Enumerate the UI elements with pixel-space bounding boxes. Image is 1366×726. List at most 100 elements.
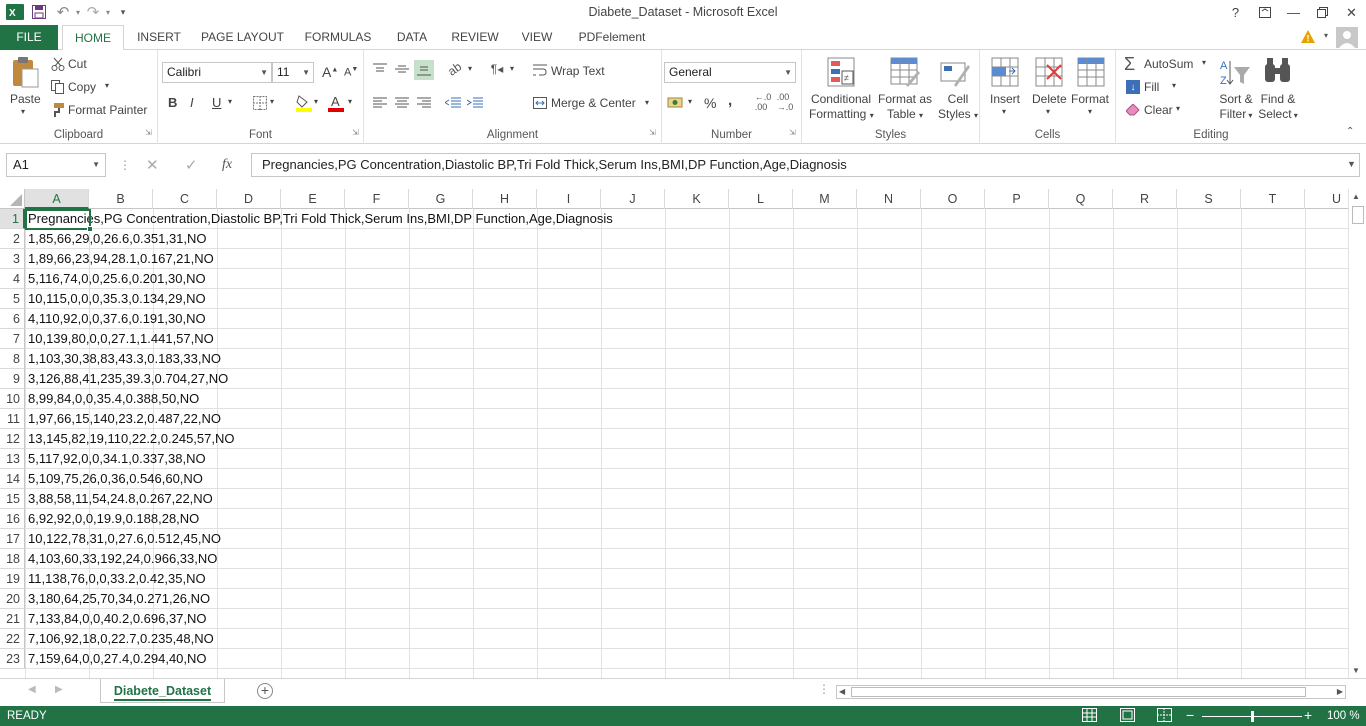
underline-button[interactable]: U [212, 95, 221, 110]
scroll-down-icon[interactable]: ▼ [1352, 666, 1360, 675]
format-painter-icon[interactable] [50, 103, 66, 117]
row-header[interactable]: 22 [0, 629, 25, 649]
column-header-j[interactable]: J [601, 189, 665, 209]
cell-a19[interactable]: 11,138,76,0,0,33.2,0.42,35,NO [28, 569, 206, 589]
cell-a17[interactable]: 10,122,78,31,0,27.6,0.512,45,NO [28, 529, 221, 549]
expand-formula-icon[interactable]: ▼ [1347, 159, 1356, 169]
cell-a12[interactable]: 13,145,82,19,110,22.2,0.245,57,NO [28, 429, 234, 449]
conditional-formatting-button[interactable]: Conditional Formatting ▾ [809, 92, 874, 123]
cell-a11[interactable]: 1,97,66,15,140,23.2,0.487,22,NO [28, 409, 221, 429]
middle-align-icon[interactable] [394, 62, 410, 76]
horizontal-scroll-thumb[interactable] [851, 687, 1306, 697]
delete-dropdown-icon[interactable]: ▾ [1046, 107, 1050, 116]
format-cells-icon[interactable] [1076, 56, 1106, 88]
vertical-scrollbar[interactable]: ▲ ▼ [1348, 189, 1366, 678]
cell-a10[interactable]: 8,99,84,0,0,35.4,0.388,50,NO [28, 389, 199, 409]
avatar[interactable] [1336, 27, 1358, 48]
row-header[interactable]: 23 [0, 649, 25, 669]
paste-button[interactable]: Paste [10, 92, 41, 106]
italic-button[interactable]: I [190, 95, 194, 110]
cell-a22[interactable]: 7,106,92,18,0,22.7,0.235,48,NO [28, 629, 214, 649]
column-header-e[interactable]: E [281, 189, 345, 209]
alignment-launcher-icon[interactable]: ⇲ [649, 128, 656, 137]
horizontal-scrollbar[interactable]: ◀ ▶ [836, 685, 1346, 699]
merge-center-icon[interactable] [532, 96, 548, 110]
clear-dropdown-icon[interactable]: ▾ [1176, 104, 1180, 113]
next-sheet-icon[interactable]: ▶ [55, 684, 63, 695]
cell-a3[interactable]: 1,89,66,23,94,28.1,0.167,21,NO [28, 249, 214, 269]
font-color-dropdown-icon[interactable]: ▾ [348, 97, 352, 106]
zoom-out-icon[interactable]: − [1186, 707, 1194, 723]
number-launcher-icon[interactable]: ⇲ [789, 128, 796, 137]
cell-a20[interactable]: 3,180,64,25,70,34,0.271,26,NO [28, 589, 210, 609]
collapse-ribbon-icon[interactable]: ⌃ [1346, 126, 1354, 137]
cell-a16[interactable]: 6,92,92,0,0,19.9,0.188,28,NO [28, 509, 199, 529]
column-header-u[interactable]: U [1305, 189, 1348, 209]
cell-styles-button[interactable]: Cell Styles ▾ [938, 92, 978, 123]
row-header[interactable]: 21 [0, 609, 25, 629]
fill-dropdown-icon[interactable]: ▾ [1172, 81, 1176, 90]
column-header-s[interactable]: S [1177, 189, 1241, 209]
cell-a5[interactable]: 10,115,0,0,0,35.3,0.134,29,NO [28, 289, 206, 309]
font-size-select[interactable]: 11 ▼ [272, 62, 314, 83]
align-right-icon[interactable] [416, 96, 432, 110]
font-color-icon[interactable]: A [328, 94, 344, 112]
accounting-dropdown-icon[interactable]: ▾ [688, 97, 692, 106]
row-header[interactable]: 5 [0, 289, 25, 309]
row-header[interactable]: 9 [0, 369, 25, 389]
font-launcher-icon[interactable]: ⇲ [352, 128, 359, 137]
copy-icon[interactable] [50, 80, 66, 94]
cell-a9[interactable]: 3,126,88,41,235,39.3,0.704,27,NO [28, 369, 228, 389]
name-box[interactable]: A1 ▼ [6, 153, 106, 177]
cut-icon[interactable] [50, 57, 66, 71]
conditional-formatting-icon[interactable]: ≠ [826, 56, 856, 88]
row-header[interactable]: 13 [0, 449, 25, 469]
column-header-m[interactable]: M [793, 189, 857, 209]
sort-filter-button[interactable]: Sort & Filter ▾ [1216, 92, 1256, 123]
scroll-right-icon[interactable]: ▶ [1337, 687, 1343, 696]
tab-pdfelement[interactable]: PDFelement [570, 25, 654, 50]
tab-review[interactable]: REVIEW [446, 25, 504, 50]
copy-button[interactable]: Copy [68, 80, 96, 94]
fill-color-icon[interactable] [296, 94, 312, 112]
top-align-icon[interactable] [372, 62, 388, 76]
accounting-format-icon[interactable] [666, 94, 688, 110]
merge-dropdown-icon[interactable]: ▾ [645, 98, 649, 107]
enter-icon[interactable]: ✓ [185, 156, 198, 174]
delete-cells-icon[interactable] [1034, 56, 1064, 88]
row-header[interactable]: 14 [0, 469, 25, 489]
clear-button[interactable]: Clear [1144, 103, 1173, 117]
eraser-icon[interactable] [1126, 103, 1140, 117]
scroll-up-icon[interactable]: ▲ [1352, 192, 1360, 201]
orientation-icon[interactable]: ab [446, 59, 465, 78]
text-direction-icon[interactable]: ¶◂ [488, 62, 506, 76]
cancel-icon[interactable]: ✕ [146, 156, 159, 174]
account-dropdown-icon[interactable]: ▾ [1324, 31, 1328, 40]
zoom-slider-thumb[interactable] [1251, 711, 1254, 722]
row-header[interactable]: 20 [0, 589, 25, 609]
column-header-c[interactable]: C [153, 189, 217, 209]
text-direction-dropdown-icon[interactable]: ▾ [510, 64, 514, 73]
cell-a8[interactable]: 1,103,30,38,83,43.3,0.183,33,NO [28, 349, 221, 369]
format-as-table-icon[interactable] [890, 56, 920, 88]
column-header-r[interactable]: R [1113, 189, 1177, 209]
row-header[interactable]: 8 [0, 349, 25, 369]
tab-file[interactable]: FILE [0, 25, 58, 50]
sort-filter-icon[interactable]: AZ [1220, 56, 1252, 88]
row-header[interactable]: 7 [0, 329, 25, 349]
column-header-g[interactable]: G [409, 189, 473, 209]
format-dropdown-icon[interactable]: ▾ [1088, 107, 1092, 116]
row-header[interactable]: 19 [0, 569, 25, 589]
column-header-k[interactable]: K [665, 189, 729, 209]
fill-handle[interactable] [87, 226, 93, 232]
borders-dropdown-icon[interactable]: ▾ [270, 97, 274, 106]
align-left-icon[interactable] [372, 96, 388, 110]
column-header-n[interactable]: N [857, 189, 921, 209]
page-break-view-icon[interactable] [1157, 708, 1173, 726]
vertical-scroll-thumb[interactable] [1352, 206, 1364, 224]
row-header[interactable]: 17 [0, 529, 25, 549]
normal-view-icon[interactable] [1082, 708, 1098, 726]
cell-a23[interactable]: 7,159,64,0,0,27.4,0.294,40,NO [28, 649, 207, 669]
sheet-tab-diabete-dataset[interactable]: Diabete_Dataset [100, 679, 225, 703]
wrap-text-button[interactable]: Wrap Text [551, 64, 605, 78]
